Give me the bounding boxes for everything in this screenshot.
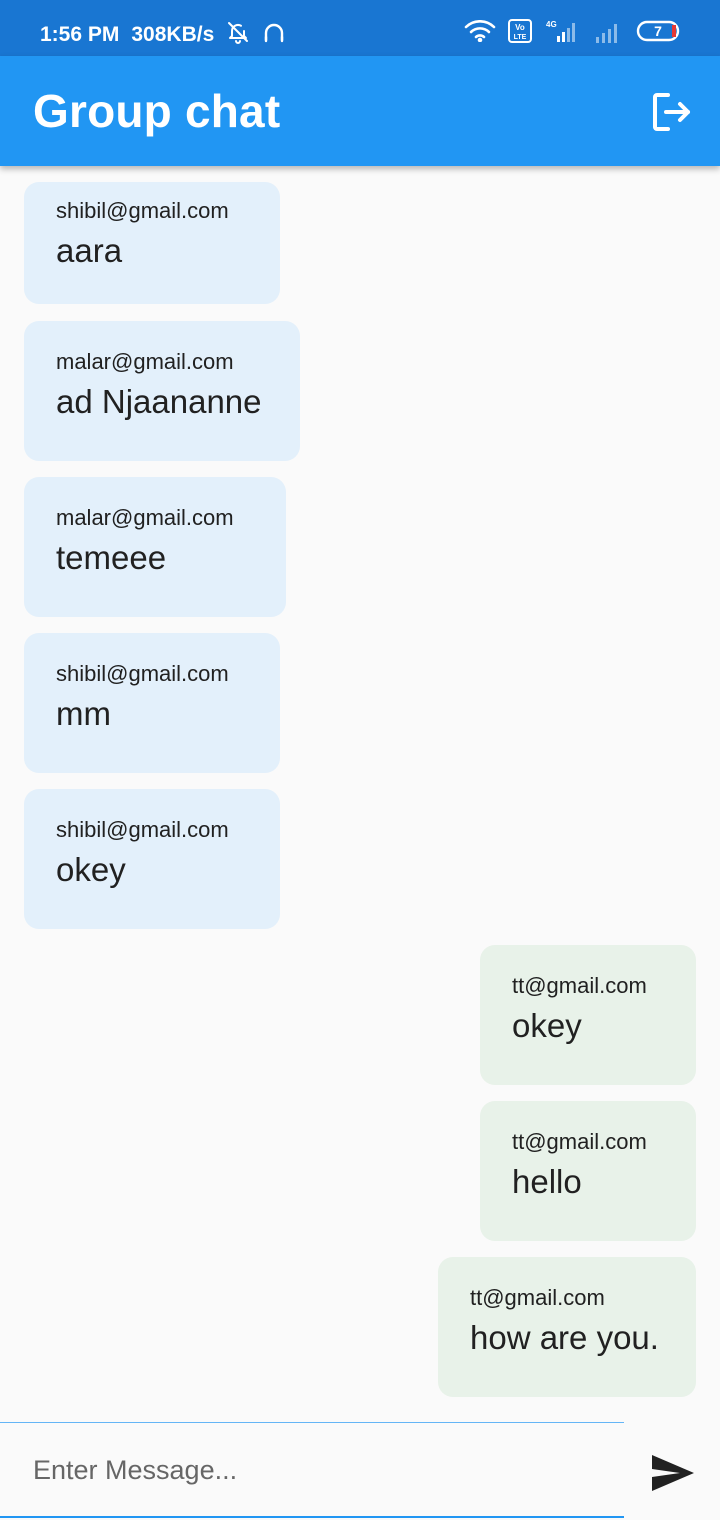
send-button[interactable] bbox=[650, 1453, 696, 1493]
message-text: temeee bbox=[56, 539, 167, 576]
message-bubble: shibil@gmail.com mm bbox=[24, 633, 280, 773]
message-bubble: shibil@gmail.com okey bbox=[24, 789, 280, 929]
message-bubble: malar@gmail.com temeee bbox=[24, 477, 286, 617]
message-list[interactable]: shibil@gmail.com aara malar@gmail.com ad… bbox=[0, 166, 720, 1420]
message-sender: shibil@gmail.com bbox=[56, 661, 229, 686]
notifications-off-icon bbox=[226, 20, 250, 50]
svg-text:4G: 4G bbox=[546, 20, 557, 29]
message-input[interactable] bbox=[0, 1424, 624, 1516]
status-network-speed: 308KB/s bbox=[131, 23, 215, 46]
status-bar-right: Vo LTE 4G 7 bbox=[464, 18, 684, 49]
message-text: how are you. bbox=[470, 1319, 659, 1356]
message-text: okey bbox=[56, 851, 126, 888]
app-bar: Group chat bbox=[0, 56, 720, 166]
message-text: aara bbox=[56, 232, 123, 269]
message-sender: tt@gmail.com bbox=[512, 973, 647, 998]
message-bubble: malar@gmail.com ad Njaananne bbox=[24, 321, 300, 461]
message-text: mm bbox=[56, 695, 111, 732]
logout-button[interactable] bbox=[650, 90, 694, 134]
message-bubble-sent: tt@gmail.com hello bbox=[480, 1101, 696, 1241]
composer-divider bbox=[0, 1422, 624, 1423]
volte-icon: Vo LTE bbox=[508, 19, 532, 48]
svg-text:LTE: LTE bbox=[514, 34, 527, 41]
message-sender: shibil@gmail.com bbox=[56, 198, 229, 223]
svg-text:Vo: Vo bbox=[515, 23, 525, 32]
message-sender: malar@gmail.com bbox=[56, 505, 234, 530]
message-sender: tt@gmail.com bbox=[470, 1285, 605, 1310]
status-bar-left: 1:56 PM 308KB/s bbox=[40, 20, 286, 50]
input-underline bbox=[0, 1516, 624, 1518]
message-bubble: shibil@gmail.com aara bbox=[24, 182, 280, 304]
battery-level: 7 bbox=[654, 23, 662, 39]
message-text: okey bbox=[512, 1007, 582, 1044]
headphones-icon bbox=[262, 20, 286, 50]
message-sender: malar@gmail.com bbox=[56, 349, 234, 374]
status-bar: 1:56 PM 308KB/s Vo LTE 4G 7 bbox=[0, 0, 720, 56]
message-bubble-sent: tt@gmail.com how are you. bbox=[438, 1257, 696, 1397]
wifi-icon bbox=[464, 20, 496, 47]
message-composer bbox=[0, 1420, 720, 1520]
page-title: Group chat bbox=[33, 85, 281, 137]
message-text: hello bbox=[512, 1163, 582, 1200]
battery-icon: 7 bbox=[636, 20, 684, 47]
logout-icon bbox=[653, 93, 690, 131]
send-icon bbox=[652, 1455, 694, 1491]
message-bubble-sent: tt@gmail.com okey bbox=[480, 945, 696, 1085]
message-sender: tt@gmail.com bbox=[512, 1129, 647, 1154]
message-text: ad Njaananne bbox=[56, 383, 262, 420]
signal-4g-icon: 4G bbox=[544, 18, 582, 49]
signal-icon bbox=[594, 19, 624, 48]
message-sender: shibil@gmail.com bbox=[56, 817, 229, 842]
status-time: 1:56 PM bbox=[40, 23, 120, 46]
